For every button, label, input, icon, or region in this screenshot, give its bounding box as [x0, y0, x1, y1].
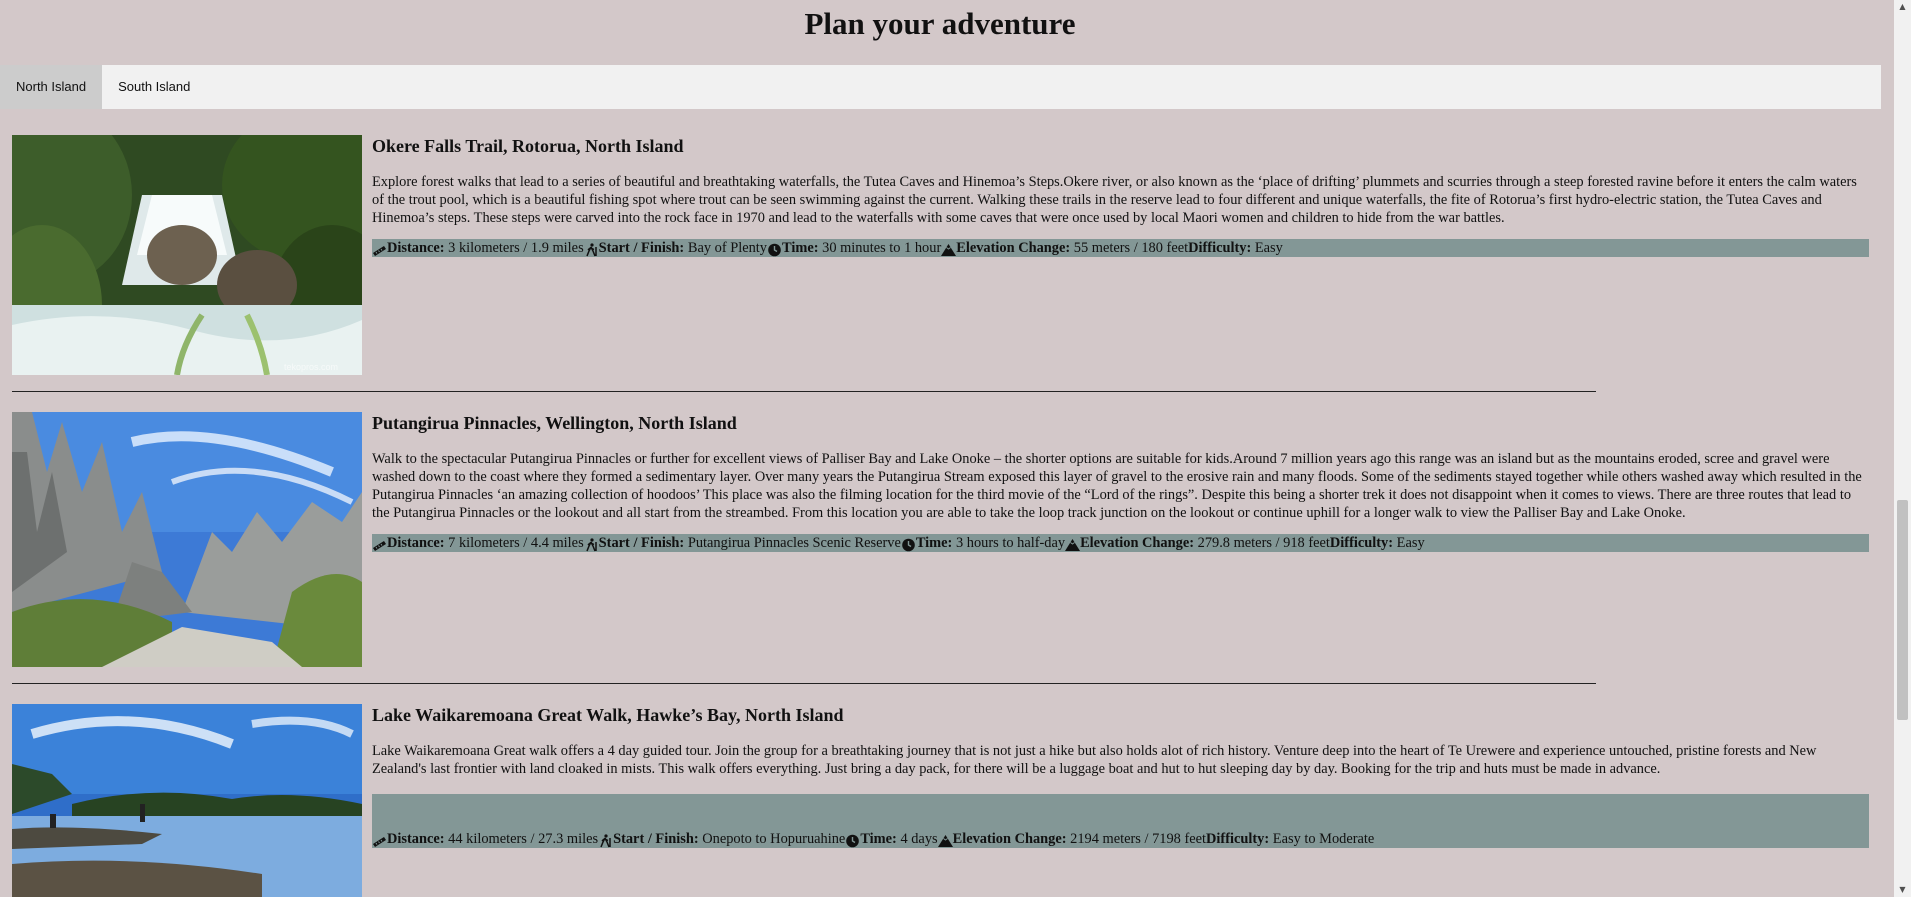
- elevation-value: 279.8 meters / 918 feet: [1197, 535, 1330, 551]
- trail-photo-okere-falls: [12, 135, 362, 375]
- difficulty-label: Difficulty:: [1188, 240, 1252, 256]
- difficulty-label: Difficulty:: [1329, 535, 1394, 551]
- distance-label: Distance:: [387, 240, 445, 256]
- distance-value: 3 kilometers / 1.9 miles: [448, 240, 584, 256]
- elevation-label: Elevation Change:: [1080, 535, 1195, 551]
- elevation-label: Elevation Change:: [956, 240, 1071, 256]
- start-finish-value: Putangirua Pinnacles Scenic Reserve: [687, 535, 901, 551]
- island-tabbar: North Island South Island: [0, 65, 1881, 109]
- trail-stats-bar: Distance: 3 kilometers / 1.9 miles Start…: [372, 239, 1869, 257]
- time-value: 3 hours to half-day: [955, 535, 1066, 551]
- trail-photo-putangirua: [12, 412, 362, 667]
- tab-south-island[interactable]: South Island: [102, 65, 206, 109]
- tab-north-island[interactable]: North Island: [0, 65, 103, 109]
- time-label: Time:: [860, 831, 897, 847]
- trail-lake-waikaremoana: Lake Waikaremoana Great Walk, Hawke’s Ba…: [12, 704, 1869, 897]
- difficulty-value: Easy: [1396, 535, 1425, 551]
- difficulty-value: Easy to Moderate: [1272, 831, 1375, 847]
- trail-description: Lake Waikaremoana Great walk offers a 4 …: [372, 743, 1817, 777]
- trail-body: Lake Waikaremoana Great Walk, Hawke’s Ba…: [372, 704, 1869, 848]
- trail-description: Explore forest walks that lead to a seri…: [372, 174, 1857, 226]
- elevation-value: 55 meters / 180 feet: [1073, 240, 1189, 256]
- clock-icon: [767, 243, 782, 257]
- trail-body: Okere Falls Trail, Rotorua, North Island…: [372, 135, 1869, 257]
- elevation-label: Elevation Change:: [952, 831, 1067, 847]
- difficulty-value: Easy: [1254, 240, 1283, 256]
- scroll-down-icon[interactable]: ▼: [1894, 883, 1911, 897]
- trail-description: Walk to the spectacular Putangirua Pinna…: [372, 451, 1862, 521]
- scrollbar-thumb[interactable]: [1897, 500, 1908, 720]
- time-value: 4 days: [900, 831, 938, 847]
- mountain-icon: [1065, 538, 1081, 552]
- time-label: Time:: [915, 535, 953, 551]
- ruler-icon: [372, 243, 387, 257]
- start-finish-label: Start / Finish:: [613, 831, 699, 847]
- trail-title: Lake Waikaremoana Great Walk, Hawke’s Ba…: [372, 705, 844, 725]
- start-finish-value: Bay of Plenty: [687, 240, 767, 256]
- scroll-up-icon[interactable]: ▲: [1894, 0, 1911, 14]
- start-finish-label: Start / Finish:: [598, 535, 685, 551]
- trail-title: Okere Falls Trail, Rotorua, North Island: [372, 136, 684, 156]
- trail-stats-bar: Distance: 7 kilometers / 4.4 miles Start…: [372, 534, 1869, 552]
- time-label: Time:: [782, 240, 819, 256]
- photo-watermark: tekopros.com: [284, 362, 339, 372]
- trail-divider: [12, 683, 1596, 684]
- trail-divider: [12, 391, 1596, 392]
- ruler-icon: [372, 538, 387, 552]
- ruler-icon: [372, 834, 387, 848]
- trail-putangirua-pinnacles: Putangirua Pinnacles, Wellington, North …: [12, 412, 1869, 667]
- start-finish-value: Onepoto to Hopuruahine: [702, 831, 846, 847]
- distance-label: Distance:: [387, 831, 445, 847]
- hiker-icon: [598, 834, 613, 848]
- time-value: 30 minutes to 1 hour: [822, 240, 942, 256]
- page-scrollbar[interactable]: ▲ ▼: [1894, 0, 1911, 897]
- hiker-icon: [584, 243, 599, 257]
- page-title: Plan your adventure: [804, 6, 1076, 41]
- trail-okere-falls: Okere Falls Trail, Rotorua, North Island…: [12, 135, 1869, 375]
- trail-stats-bar: Distance: 44 kilometers / 27.3 miles Sta…: [372, 794, 1869, 848]
- mountain-icon: [937, 834, 953, 848]
- trail-photo-waikaremoana: [12, 704, 362, 897]
- clock-icon: [845, 834, 860, 848]
- clock-icon: [901, 538, 916, 552]
- mountain-icon: [941, 243, 957, 257]
- difficulty-label: Difficulty:: [1206, 831, 1270, 847]
- start-finish-label: Start / Finish:: [598, 240, 685, 256]
- elevation-value: 2194 meters / 7198 feet: [1070, 831, 1207, 847]
- distance-value: 7 kilometers / 4.4 miles: [448, 535, 584, 551]
- distance-label: Distance:: [387, 535, 445, 551]
- distance-value: 44 kilometers / 27.3 miles: [448, 831, 599, 847]
- trail-body: Putangirua Pinnacles, Wellington, North …: [372, 412, 1869, 552]
- hiker-icon: [584, 538, 599, 552]
- trail-title: Putangirua Pinnacles, Wellington, North …: [372, 413, 737, 433]
